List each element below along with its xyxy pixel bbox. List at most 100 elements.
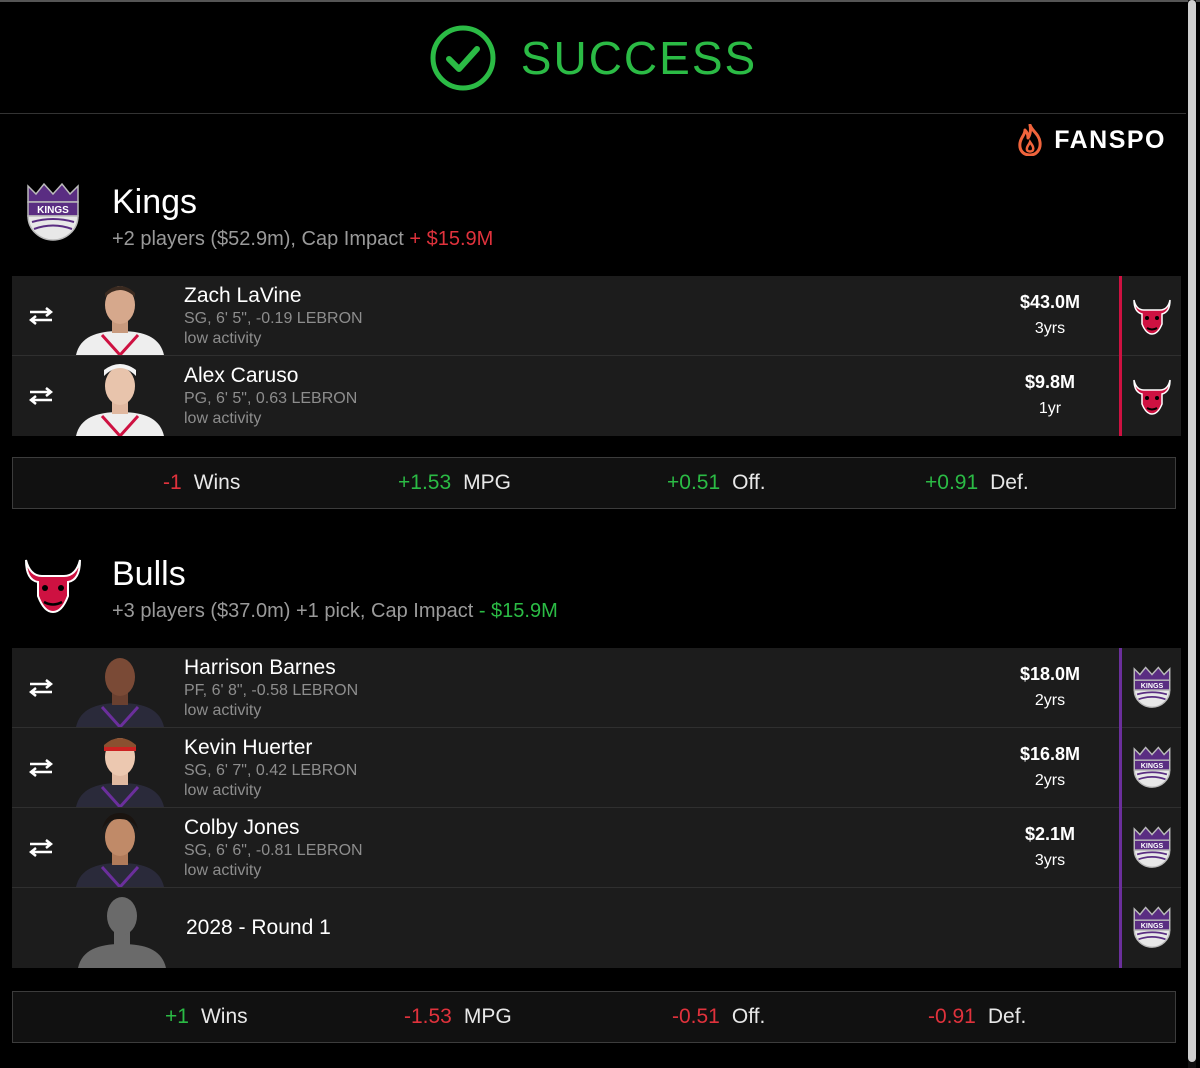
team-name: Bulls xyxy=(112,555,186,593)
stat-label: Wins xyxy=(200,1005,248,1028)
swap-arrows-icon[interactable] xyxy=(26,838,56,858)
origin-team-kings: KINGS xyxy=(1119,888,1181,968)
contract: $2.1M 3yrs xyxy=(1005,820,1095,874)
stat-value: +1.53 xyxy=(398,471,452,494)
stat-value: -1.53 xyxy=(404,1005,452,1028)
stat-label: Off. xyxy=(731,1005,766,1028)
cap-impact-value: + $15.9M xyxy=(409,228,494,250)
contract-years: 2yrs xyxy=(1034,772,1066,789)
kings-logo-icon: KINGS xyxy=(1133,666,1170,708)
stat-off: +0.51 Off. xyxy=(667,471,766,495)
contract-years: 1yr xyxy=(1038,400,1062,417)
contract-amount: $43.0M xyxy=(1019,292,1081,312)
kings-logo-icon: KINGS xyxy=(1133,746,1170,788)
stat-value: -0.91 xyxy=(928,1005,976,1028)
stat-def: -0.91 Def. xyxy=(928,1005,1026,1029)
stat-label: MPG xyxy=(463,471,511,494)
stat-mpg: -1.53 MPG xyxy=(404,1005,512,1029)
brand-name: FANSPO xyxy=(1054,125,1166,154)
stat-label: Def. xyxy=(987,1005,1027,1028)
contract: $16.8M 2yrs xyxy=(1005,740,1095,794)
bulls-logo-icon xyxy=(1132,379,1171,415)
team-summary: +2 players ($52.9m), Cap Impact + $15.9M xyxy=(112,228,493,251)
origin-team-bulls xyxy=(1119,276,1181,356)
swap-arrows-icon[interactable] xyxy=(26,386,56,406)
contract: $9.8M 1yr xyxy=(1005,368,1095,422)
contract: $18.0M 2yrs xyxy=(1005,660,1095,714)
bulls-logo-icon xyxy=(25,559,81,614)
player-headshot-avatar xyxy=(76,364,164,436)
fanspo-brand[interactable]: FANSPO xyxy=(1016,124,1166,156)
player-row[interactable]: Zach LaVine SG, 6' 5", -0.19 LEBRON low … xyxy=(12,276,1181,356)
contract-amount: $2.1M xyxy=(1024,824,1076,844)
success-banner: SUCCESS xyxy=(0,2,1186,114)
stat-label: MPG xyxy=(463,1005,512,1028)
kings-logo-icon: KINGS xyxy=(1133,906,1170,948)
checkmark-circle-icon xyxy=(430,25,496,90)
player-name[interactable]: Colby Jones xyxy=(184,815,363,841)
stat-off: -0.51 Off. xyxy=(672,1005,765,1029)
summary-text: +2 players ($52.9m), Cap Impact xyxy=(112,228,410,250)
draft-pick-row[interactable]: 2028 - Round 1 KINGS xyxy=(12,888,1181,968)
contract-years: 2yrs xyxy=(1034,692,1066,709)
swap-arrows-icon[interactable] xyxy=(26,306,56,326)
flame-icon xyxy=(1018,124,1042,156)
player-meta: PG, 6' 5", 0.63 LEBRON xyxy=(184,390,358,407)
stat-value: -1 xyxy=(163,471,182,494)
player-row[interactable]: Harrison Barnes PF, 6' 8", -0.58 LEBRON … xyxy=(12,648,1181,728)
contract-amount: $9.8M xyxy=(1024,372,1076,392)
player-row[interactable]: Alex Caruso PG, 6' 5", 0.63 LEBRON low a… xyxy=(12,356,1181,436)
stat-value: +0.51 xyxy=(667,471,721,494)
player-name[interactable]: Kevin Huerter xyxy=(184,735,357,761)
stat-label: Wins xyxy=(193,471,241,494)
bulls-logo-icon xyxy=(1132,299,1171,335)
svg-text:KINGS: KINGS xyxy=(1140,842,1163,850)
draft-pick-label: 2028 - Round 1 xyxy=(186,916,331,939)
stat-wins: -1 Wins xyxy=(163,471,240,495)
scrollbar-thumb[interactable] xyxy=(1188,0,1196,1062)
player-activity: low activity xyxy=(184,861,262,879)
player-name[interactable]: Harrison Barnes xyxy=(184,655,358,681)
player-row[interactable]: Kevin Huerter SG, 6' 7", 0.42 LEBRON low… xyxy=(12,728,1181,808)
team-header-bulls: Bulls +3 players ($37.0m) +1 pick, Cap I… xyxy=(22,554,558,623)
contract-amount: $18.0M xyxy=(1019,664,1081,684)
success-text: SUCCESS xyxy=(520,31,758,84)
contract-years: 3yrs xyxy=(1034,852,1066,869)
stat-label: Def. xyxy=(990,471,1029,494)
player-headshot-avatar xyxy=(76,286,164,355)
player-headshot-avatar xyxy=(76,813,164,887)
stat-mpg: +1.53 MPG xyxy=(398,471,511,495)
player-activity: low activity xyxy=(184,329,262,347)
player-row[interactable]: Colby Jones SG, 6' 6", -0.81 LEBRON low … xyxy=(12,808,1181,888)
stat-def: +0.91 Def. xyxy=(925,471,1029,495)
origin-team-kings: KINGS xyxy=(1119,648,1181,728)
contract-years: 3yrs xyxy=(1034,320,1066,337)
player-meta: SG, 6' 6", -0.81 LEBRON xyxy=(184,841,363,859)
svg-text:KINGS: KINGS xyxy=(1140,922,1163,930)
player-activity: low activity xyxy=(184,410,262,427)
svg-text:KINGS: KINGS xyxy=(1140,762,1163,770)
stat-label: Off. xyxy=(732,471,766,494)
swap-arrows-icon[interactable] xyxy=(26,758,56,778)
player-meta: PF, 6' 8", -0.58 LEBRON xyxy=(184,681,359,699)
kings-incoming-roster: Zach LaVine SG, 6' 5", -0.19 LEBRON low … xyxy=(12,276,1181,436)
stat-wins: +1 Wins xyxy=(165,1005,248,1029)
player-name[interactable]: Zach LaVine xyxy=(184,283,363,309)
stat-value: -0.51 xyxy=(672,1005,720,1028)
player-name[interactable]: Alex Caruso xyxy=(184,363,357,389)
contract-amount: $16.8M xyxy=(1019,744,1081,764)
team-header-kings: KINGS Kings +2 players ($52.9m), Cap Imp… xyxy=(22,182,493,251)
kings-stats-bar: -1 Wins +1.53 MPG +0.51 Off. +0.91 Def. xyxy=(12,457,1176,509)
player-meta: SG, 6' 7", 0.42 LEBRON xyxy=(184,761,358,779)
stat-value: +1 xyxy=(165,1005,189,1028)
stat-value: +0.91 xyxy=(925,471,979,494)
bulls-incoming-roster: Harrison Barnes PF, 6' 8", -0.58 LEBRON … xyxy=(12,648,1181,968)
player-activity: low activity xyxy=(184,781,262,799)
kings-logo-icon: KINGS xyxy=(27,182,79,241)
contract: $43.0M 3yrs xyxy=(1005,288,1095,342)
swap-arrows-icon[interactable] xyxy=(26,678,56,698)
player-headshot-avatar xyxy=(76,738,164,807)
cap-impact-value: - $15.9M xyxy=(478,600,558,622)
bulls-stats-bar: +1 Wins -1.53 MPG -0.51 Off. -0.91 Def. xyxy=(12,991,1176,1043)
svg-text:KINGS: KINGS xyxy=(1140,682,1163,690)
